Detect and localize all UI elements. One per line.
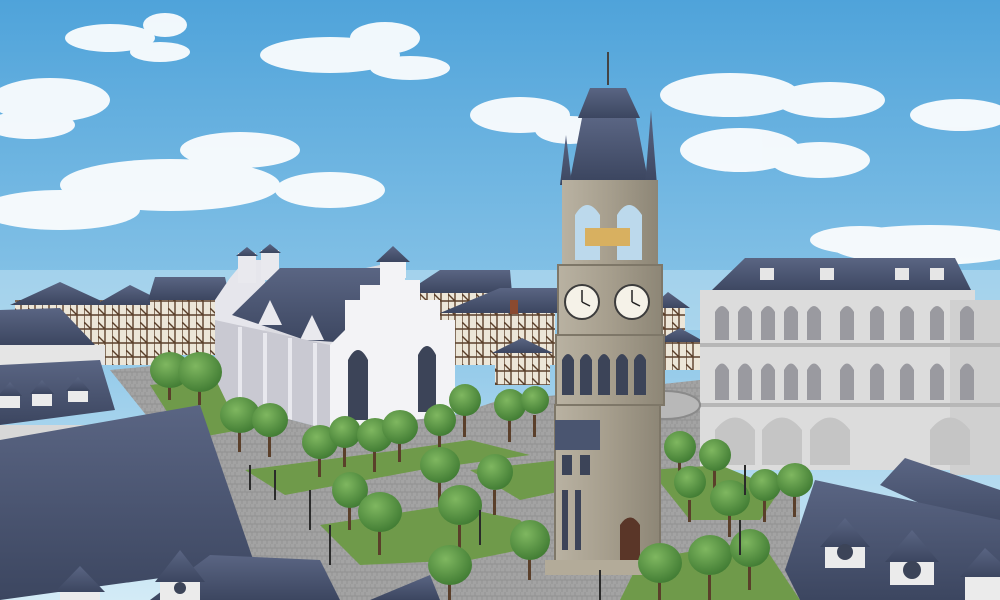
- town-scene: [0, 0, 1000, 600]
- bell: [585, 228, 630, 246]
- classical-palace: [700, 258, 1000, 475]
